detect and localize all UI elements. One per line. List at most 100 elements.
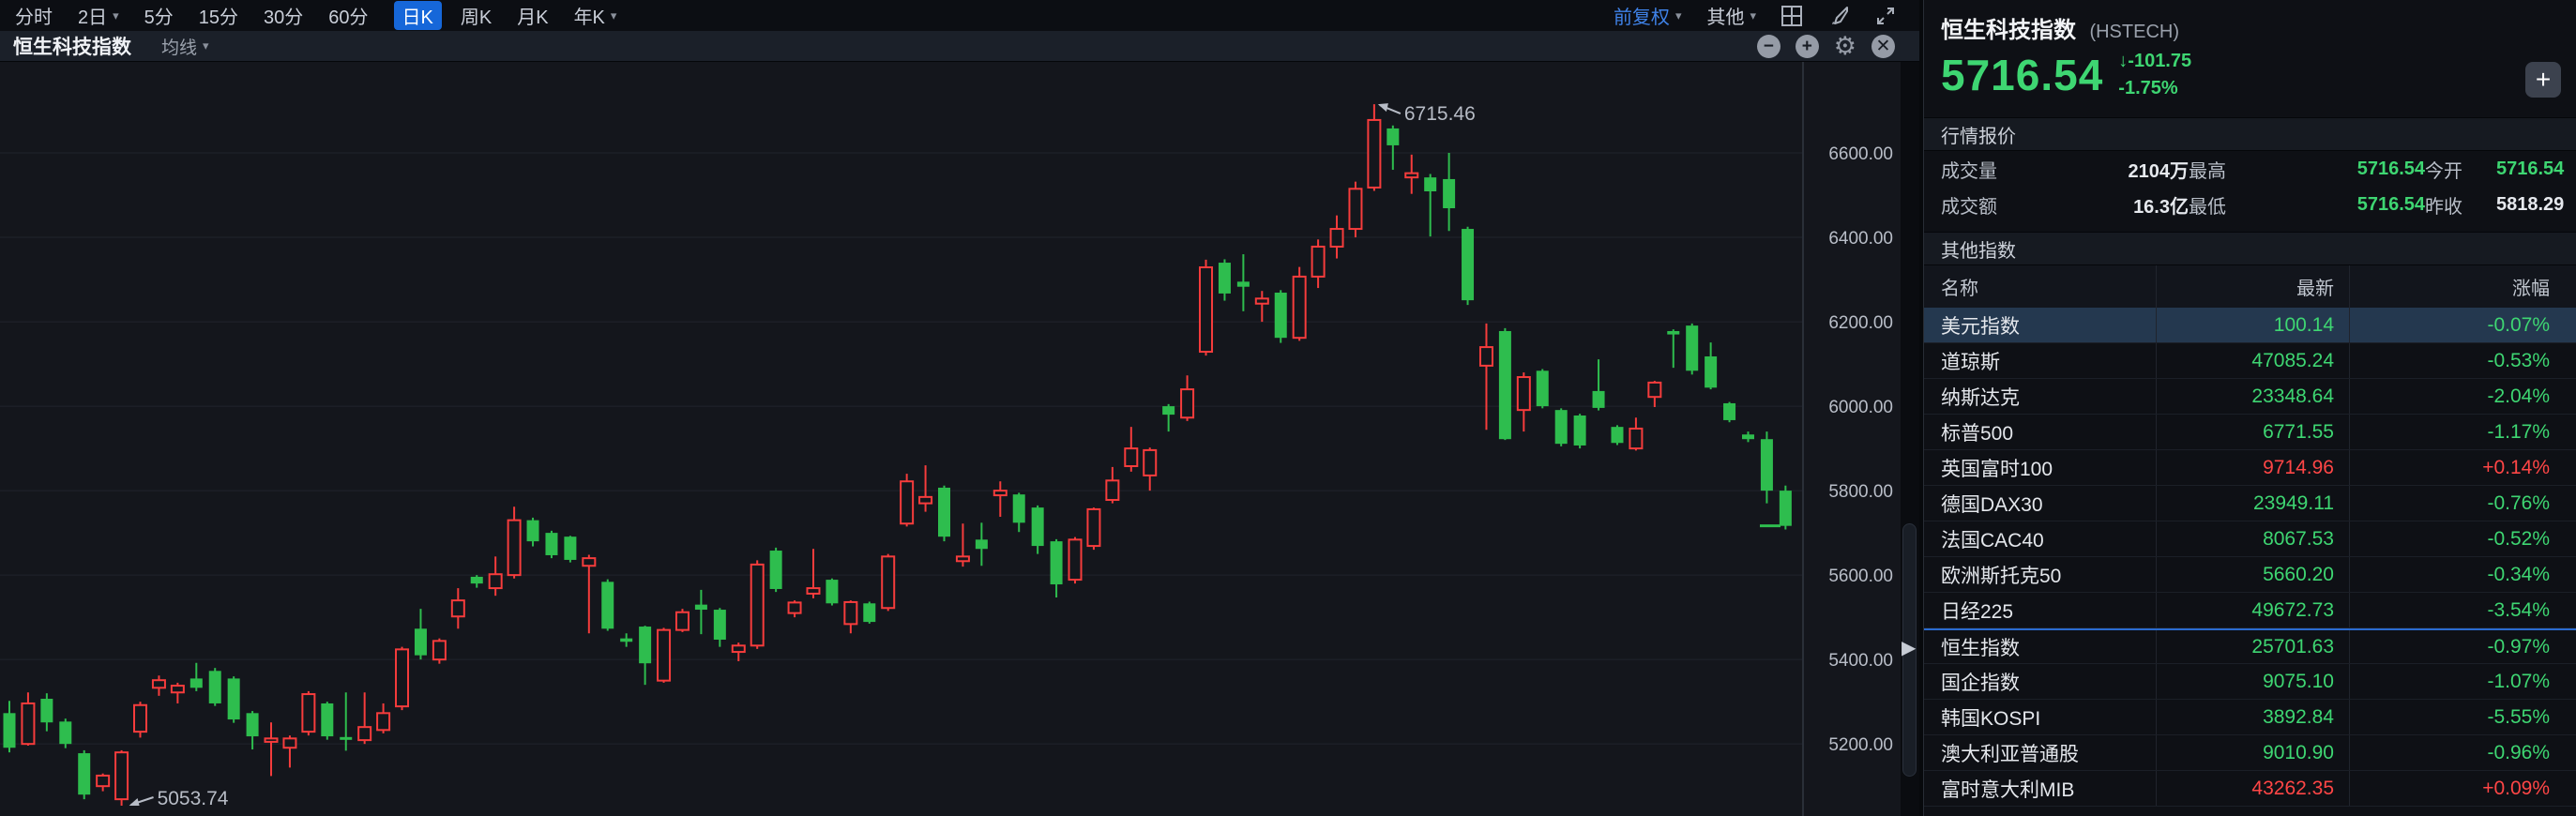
period-tab-日K[interactable]: 日K: [394, 1, 442, 30]
index-row-法国CAC40[interactable]: 法国CAC408067.53-0.52%: [1924, 521, 2576, 557]
candle-body: [789, 602, 801, 612]
index-row-道琼斯[interactable]: 道琼斯47085.24-0.53%: [1924, 343, 2576, 379]
index-last-value: 9075.10: [2157, 664, 2350, 699]
period-tab-年K[interactable]: 年K▾: [574, 2, 617, 29]
candle-body: [321, 703, 333, 736]
grid-layout-icon[interactable]: [1780, 5, 1803, 27]
candle-body: [1443, 179, 1455, 208]
candle-body: [1761, 439, 1773, 491]
index-row-恒生指数[interactable]: 恒生指数25701.63-0.97%: [1924, 628, 2576, 664]
change-value: -101.75: [2128, 51, 2191, 71]
index-change-percent: -0.53%: [2350, 343, 2576, 378]
other-dropdown[interactable]: 其他 ▾: [1706, 2, 1756, 29]
candle-body: [172, 686, 184, 692]
index-last-value: 9010.90: [2157, 735, 2350, 770]
panel-expand-arrow-icon[interactable]: ▶: [1902, 636, 1916, 658]
candle-body: [396, 649, 408, 706]
candle-body: [1162, 406, 1174, 415]
candle-body: [1106, 480, 1118, 500]
candle-body: [1069, 539, 1082, 580]
index-last-value: 8067.53: [2157, 521, 2350, 556]
index-name: 标普500: [1924, 415, 2157, 449]
candle-body: [807, 588, 819, 594]
index-row-标普500[interactable]: 标普5006771.55-1.17%: [1924, 415, 2576, 450]
index-name: 国企指数: [1924, 664, 2157, 699]
candle-body: [1629, 429, 1642, 448]
candle-body: [1424, 177, 1436, 191]
candle-body: [1537, 370, 1549, 406]
add-to-watchlist-button[interactable]: +: [2525, 62, 2561, 98]
quote-header: 恒生科技指数 (HSTECH) 5716.54 ↓-101.75 -1.75% …: [1924, 0, 2576, 117]
candle-body: [1181, 389, 1193, 417]
candle-body: [751, 565, 764, 645]
chevron-down-icon: ▾: [611, 8, 617, 23]
index-name: 德国DAX30: [1924, 486, 2157, 521]
period-tab-label: 2日: [78, 2, 107, 29]
candle-body: [733, 645, 745, 652]
adjust-mode-dropdown[interactable]: 前复权 ▾: [1614, 2, 1682, 29]
y-axis-label: 6400.00: [1828, 229, 1893, 249]
index-name: 道琼斯: [1924, 343, 2157, 378]
candle-body: [1237, 281, 1250, 286]
period-tab-分时[interactable]: 分时: [15, 2, 53, 29]
period-tab-月K[interactable]: 月K: [517, 2, 548, 29]
y-axis-label: 5800.00: [1828, 482, 1893, 502]
index-row-富时意大利MIB[interactable]: 富时意大利MIB43262.35+0.09%: [1924, 771, 2576, 807]
period-tab-60分[interactable]: 60分: [328, 2, 368, 29]
index-row-欧洲斯托克50[interactable]: 欧洲斯托克505660.20-0.34%: [1924, 557, 2576, 593]
candle-body: [247, 713, 259, 736]
index-row-国企指数[interactable]: 国企指数9075.10-1.07%: [1924, 664, 2576, 700]
candle-body: [265, 738, 278, 742]
quote-row: 成交额16.3亿最低5716.54昨收5818.29: [1924, 187, 2576, 222]
period-tab-5分[interactable]: 5分: [144, 2, 174, 29]
index-last-value: 49672.73: [2157, 593, 2350, 627]
period-tab-周K[interactable]: 周K: [461, 2, 492, 29]
candle-body: [377, 713, 389, 730]
index-row-纳斯达克[interactable]: 纳斯达克23348.64-2.04%: [1924, 379, 2576, 415]
index-row-日经225[interactable]: 日经22549672.73-3.54%: [1924, 593, 2576, 628]
index-change-percent: -0.34%: [2350, 557, 2576, 592]
candle-body: [1275, 293, 1287, 338]
candle-body: [433, 641, 446, 659]
zoom-in-icon[interactable]: +: [1796, 35, 1819, 58]
index-row-美元指数[interactable]: 美元指数100.14-0.07%: [1924, 308, 2576, 343]
candlestick-chart[interactable]: 6600.006400.006200.006000.005800.005600.…: [0, 62, 1919, 816]
period-tab-15分[interactable]: 15分: [199, 2, 238, 29]
index-last-value: 23348.64: [2157, 379, 2350, 414]
candle-body: [1125, 448, 1137, 466]
adjust-mode-label: 前复权: [1614, 2, 1670, 29]
chart-scrollbar-track[interactable]: ▶: [1901, 62, 1919, 816]
candle-body: [471, 577, 483, 583]
settings-gear-icon[interactable]: ⚙: [1834, 34, 1856, 59]
index-row-韩国KOSPI[interactable]: 韩国KOSPI3892.84-5.55%: [1924, 700, 2576, 735]
period-tab-30分[interactable]: 30分: [264, 2, 303, 29]
col-header-last: 最新: [2157, 265, 2350, 308]
candle-body: [1219, 263, 1231, 294]
candle-body: [1518, 377, 1530, 410]
period-tab-label: 月K: [517, 2, 548, 29]
candle-body: [153, 680, 165, 688]
candle-body: [901, 481, 913, 523]
index-row-德国DAX30[interactable]: 德国DAX3023949.11-0.76%: [1924, 486, 2576, 521]
expand-icon[interactable]: [1874, 5, 1897, 27]
candle-body: [1349, 189, 1361, 229]
candle-body: [1256, 298, 1268, 303]
candle-body: [976, 539, 988, 549]
index-row-英国富时100[interactable]: 英国富时1009714.96+0.14%: [1924, 450, 2576, 486]
candle-body: [639, 627, 651, 663]
close-icon[interactable]: ✕: [1871, 35, 1895, 58]
index-change-percent: -0.96%: [2350, 735, 2576, 770]
brush-icon[interactable]: [1827, 5, 1850, 27]
candle-body: [1723, 403, 1735, 420]
quote-value: 5716.54: [2496, 159, 2564, 180]
candle-body: [209, 671, 221, 703]
quote-value: 5818.29: [2496, 194, 2564, 216]
ma-dropdown[interactable]: 均线 ▾: [161, 34, 209, 59]
zoom-out-icon[interactable]: −: [1757, 35, 1780, 58]
period-tab-label: 分时: [15, 2, 53, 29]
period-tab-2日[interactable]: 2日▾: [78, 2, 119, 29]
index-row-澳大利亚普通股[interactable]: 澳大利亚普通股9010.90-0.96%: [1924, 735, 2576, 771]
indices-section-title: 其他指数: [1941, 235, 2016, 263]
candle-body: [826, 580, 838, 603]
candle-body: [97, 776, 109, 786]
